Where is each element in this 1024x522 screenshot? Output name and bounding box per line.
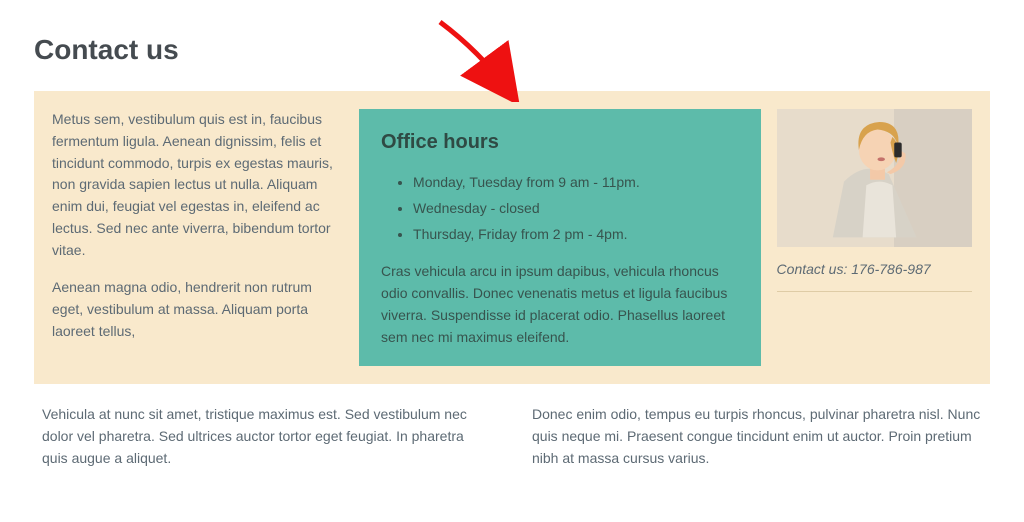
contact-panel: Metus sem, vestibulum quis est in, fauci… [34, 91, 990, 384]
list-item: Wednesday - closed [413, 196, 739, 222]
office-hours-heading: Office hours [381, 127, 739, 158]
bottom-paragraph-2: Donec enim odio, tempus eu turpis rhoncu… [532, 404, 982, 469]
intro-paragraph-1: Metus sem, vestibulum quis est in, fauci… [52, 109, 341, 261]
list-item: Thursday, Friday from 2 pm - 4pm. [413, 222, 739, 248]
contact-phone: Contact us: 176-786-987 [777, 259, 972, 292]
bottom-text-row: Vehicula at nunc sit amet, tristique max… [34, 384, 990, 469]
bottom-paragraph-1: Vehicula at nunc sit amet, tristique max… [42, 404, 492, 469]
intro-paragraph-2: Aenean magna odio, hendrerit non rutrum … [52, 277, 341, 342]
intro-column: Metus sem, vestibulum quis est in, fauci… [34, 91, 359, 384]
office-hours-text: Cras vehicula arcu in ipsum dapibus, veh… [381, 261, 739, 348]
businesswoman-illustration [777, 109, 972, 237]
page-title: Contact us [34, 28, 990, 71]
office-hours-box: Office hours Monday, Tuesday from 9 am -… [359, 109, 761, 366]
contact-card-column: Contact us: 176-786-987 [761, 91, 990, 384]
contact-photo [777, 109, 972, 247]
office-hours-list: Monday, Tuesday from 9 am - 11pm. Wednes… [381, 170, 739, 247]
list-item: Monday, Tuesday from 9 am - 11pm. [413, 170, 739, 196]
